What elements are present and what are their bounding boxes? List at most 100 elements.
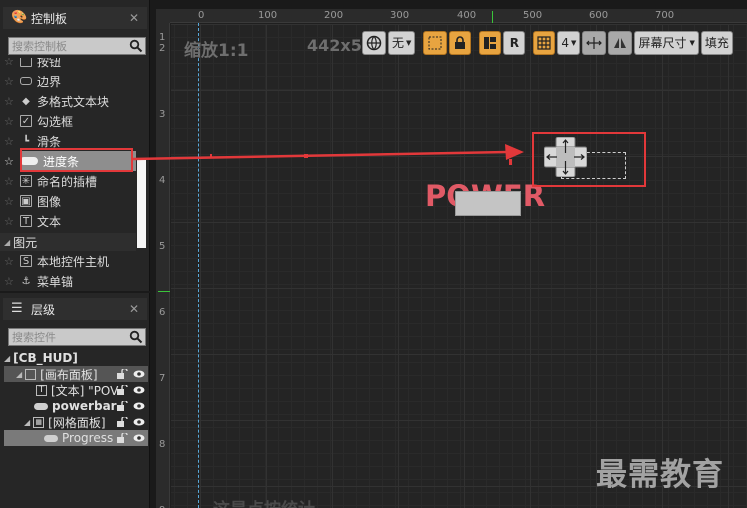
category-label: 图元 [13,235,38,250]
favorite-star-icon[interactable]: ☆ [4,75,14,88]
watermark-text: 最需教育 [596,457,724,493]
favorite-star-icon[interactable]: ☆ [4,58,14,68]
canvas-hint-text: 这是点按统计 [213,495,315,508]
palette-tab[interactable]: 🎨 控制板 ✕ [3,7,147,29]
lock-icon[interactable] [116,433,128,443]
progress-bar-widget[interactable] [455,191,521,216]
favorite-star-icon[interactable]: ☆ [4,95,14,108]
grid-snap-button[interactable] [533,30,556,55]
eye-icon[interactable] [133,433,145,443]
tree-row-powerbar[interactable]: powerbar [4,398,148,414]
palette-item-label: 勾选框 [37,114,74,129]
widget-marker [210,154,212,158]
search-icon[interactable] [129,330,143,344]
favorite-star-icon[interactable]: ☆ [4,255,14,268]
tree-row-root[interactable]: ◢ [CB_HUD] [4,350,78,366]
hierarchy-tab[interactable]: ☰ 层级 ✕ [3,298,147,320]
button-icon [20,58,32,67]
palette-item-menu-anchor[interactable]: ☆ ⚓ 菜单锚 [4,271,136,291]
cursor-guide-horizontal [492,11,493,23]
favorite-star-icon[interactable]: ☆ [4,215,14,228]
palette-item-button[interactable]: ☆ 按钮 [4,58,136,71]
favorite-star-icon[interactable]: ☆ [4,135,14,148]
scale-toggle-button[interactable] [582,30,607,55]
palette-search-input[interactable] [9,38,127,54]
ruler-tick-label: 8 [159,439,166,450]
text-icon: T [20,215,32,227]
dashed-outline-icon [428,36,442,49]
palette-item-label: 文本 [37,214,62,229]
tree-row-progress[interactable]: Progress [4,430,148,446]
cursor-guide-vertical [158,291,170,292]
lock-toggle-button[interactable] [449,30,472,55]
palette-scrollbar[interactable] [137,158,146,248]
expand-arrow-icon[interactable]: ◢ [24,418,30,427]
eye-icon[interactable] [133,417,145,427]
favorite-star-icon[interactable]: ☆ [4,155,14,168]
close-icon[interactable]: ✕ [129,302,139,316]
eye-icon[interactable] [133,385,145,395]
hierarchy-search-input[interactable] [9,329,127,345]
snap-value-dropdown[interactable]: 4 ▼ [557,30,581,55]
ruler-tick-label: 500 [523,10,543,21]
palette-item-rich-text[interactable]: ☆ ◆ 多格式文本块 [4,91,136,111]
palette-item-native-host[interactable]: ☆ S 本地控件主机 [4,251,136,271]
text-icon: T [36,384,47,396]
expand-arrow-icon[interactable]: ◢ [4,354,10,363]
designer-toolbar: 无 ▼ R 4 ▼ 屏幕尺寸 ▼ 填充 [362,30,733,55]
screen-size-dropdown[interactable]: 屏幕尺寸 ▼ [634,30,699,55]
ruler-tick-label: 400 [457,10,477,21]
favorite-star-icon[interactable]: ☆ [4,195,14,208]
palette-item-checkbox[interactable]: ☆ ✓ 勾选框 [4,111,136,131]
lock-icon[interactable] [116,385,128,395]
r-label: R [509,35,520,50]
ruler-tick-label: 600 [589,10,609,21]
tree-row-canvas-panel[interactable]: ◢ [画布面板] [4,366,148,382]
palette-item-label: 按钮 [37,58,62,69]
palette-item-named-slot[interactable]: ☆ ✳ 命名的插槽 [4,171,136,191]
collapse-arrow-icon[interactable]: ◢ [4,238,10,247]
snap-value: 4 [561,35,570,50]
palette-item-label: 本地控件主机 [37,254,110,269]
palette-item-image[interactable]: ☆ ▣ 图像 [4,191,136,211]
eye-icon[interactable] [133,401,145,411]
mirror-icon [614,37,627,48]
palette-item-border[interactable]: ☆ 边界 [4,71,136,91]
respect-locks-button[interactable] [479,30,502,55]
lock-icon[interactable] [116,369,128,379]
eye-icon[interactable] [133,369,145,379]
palette-category-primitive[interactable]: ◢ 图元 [0,233,136,251]
hierarchy-title: 层级 [31,302,56,317]
tree-row-label: [文本] "POV [51,383,119,398]
fill-dropdown[interactable]: 填充 [700,30,733,55]
tree-row-text[interactable]: T [文本] "POV [4,382,148,398]
favorite-star-icon[interactable]: ☆ [4,175,14,188]
none-dropdown[interactable]: 无 ▼ [388,30,416,55]
widget-marker [304,154,308,158]
ruler-tick-label: 0 [198,10,205,21]
canvas-grid[interactable] [171,24,747,508]
designer-canvas[interactable]: 0 100 200 300 400 500 600 700 1 2 3 4 5 … [156,9,747,508]
world-space-button[interactable] [362,30,386,55]
flip-toggle-button[interactable] [608,30,633,55]
ruler-tick-label: 700 [655,10,675,21]
palette-item-text[interactable]: ☆ T 文本 [4,211,136,231]
favorite-star-icon[interactable]: ☆ [4,275,14,288]
progress-bar-icon [44,434,58,442]
ruler-tick-label: 200 [324,10,344,21]
canvas-panel-icon [25,368,37,380]
tree-row-grid-panel[interactable]: ◢ ▦ [网格面板] [4,414,148,430]
search-icon[interactable] [129,39,143,53]
tree-row-label: [网格面板] [48,415,106,430]
favorite-star-icon[interactable]: ☆ [4,115,14,128]
close-icon[interactable]: ✕ [129,11,139,25]
tree-row-label: powerbar [52,399,117,413]
expand-arrow-icon[interactable]: ◢ [16,370,22,379]
none-label: 无 [392,36,405,50]
lock-icon[interactable] [116,401,128,411]
r-toggle-button[interactable]: R [503,30,526,55]
outline-toggle-button[interactable] [423,30,448,55]
lock-icon[interactable] [116,417,128,427]
palette-item-label: 边界 [37,74,62,89]
native-host-icon: S [20,255,32,267]
